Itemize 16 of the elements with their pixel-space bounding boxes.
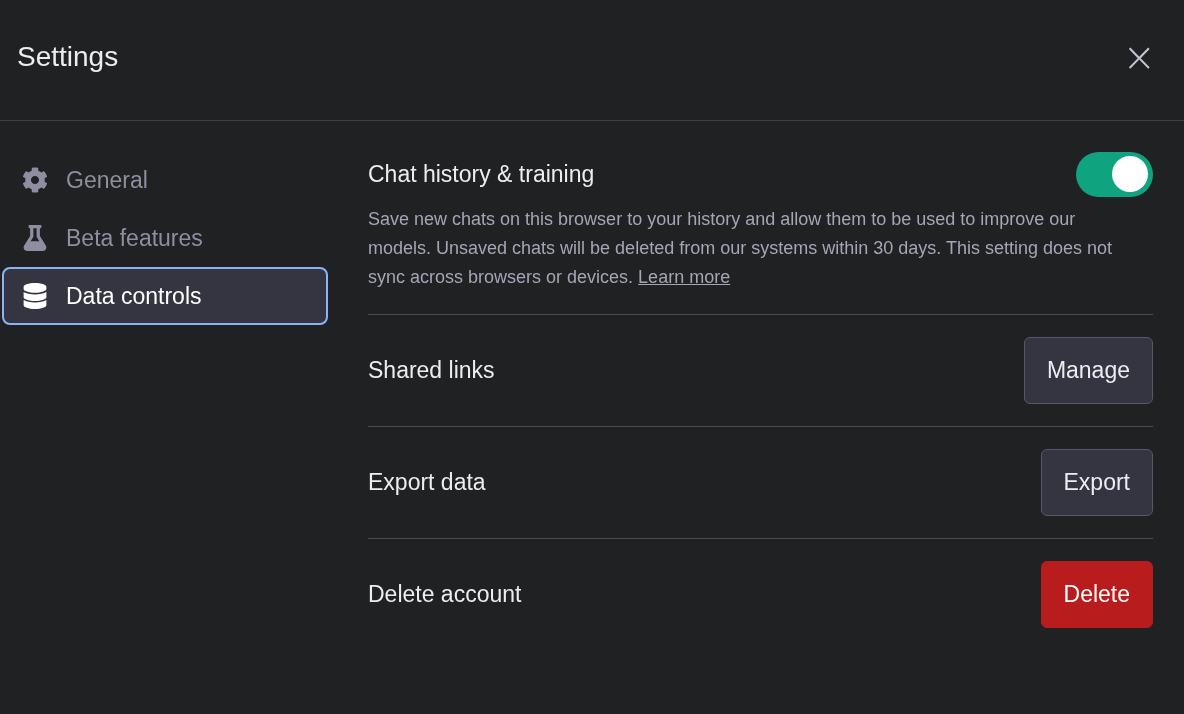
setting-label: Export data (368, 469, 486, 496)
setting-label: Shared links (368, 357, 495, 384)
setting-label: Chat history & training (368, 160, 595, 188)
dialog-title: Settings (17, 41, 119, 73)
sidebar-tab[interactable]: Beta features (2, 209, 328, 267)
sidebar-tab[interactable]: General (2, 151, 328, 209)
delete-button[interactable]: Delete (1040, 561, 1153, 628)
sidebar-tab[interactable]: Data controls (2, 267, 328, 325)
close-button[interactable]: × (1120, 37, 1158, 77)
setting-label: Delete account (368, 581, 522, 608)
learn-more-link[interactable]: Learn more (638, 267, 731, 287)
toggle-switch[interactable] (1076, 151, 1153, 197)
action-button[interactable]: Manage (1023, 337, 1153, 404)
action-button[interactable]: Export (1040, 449, 1153, 516)
gear-icon (20, 167, 50, 193)
setting-description: Save new chats on this browser to your history and allow them to be used to improve our models. Unsaved chats will be deleted from our systems within 30 days. This setting does not sync across browsers or devices. Learn more (368, 208, 1114, 289)
